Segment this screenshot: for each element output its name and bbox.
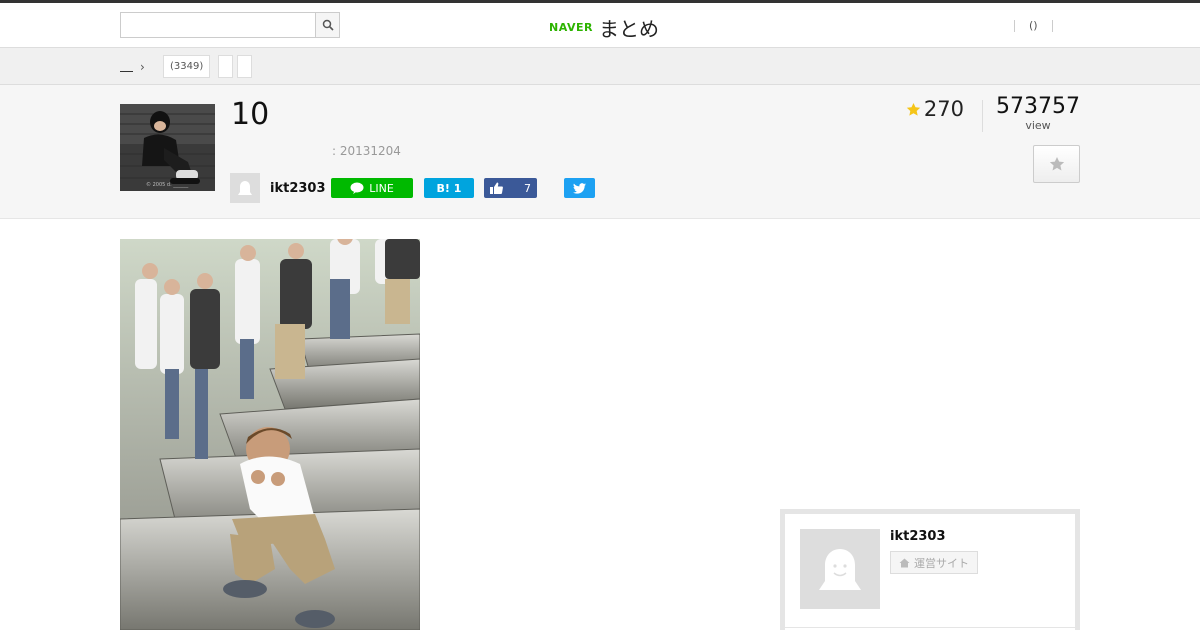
breadcrumb-home-link[interactable] [120,62,133,72]
search-button[interactable] [315,13,339,37]
avatar[interactable] [230,173,260,203]
author-name-link[interactable]: ikt2303 [270,181,331,196]
hatena-bookmark-button[interactable]: B! 1 [424,178,474,198]
home-icon [899,558,910,567]
favorite-count-value: 270 [923,97,965,121]
default-avatar-icon [819,549,861,590]
breadcrumb: › (3349) [0,48,1200,85]
author-card-body [800,529,880,609]
search-icon [322,19,334,31]
article-header: © 2005 d. ______ 10 : 20131204 ikt2303 L… [0,85,1200,219]
header-user-link[interactable]: () [1015,19,1052,32]
divider [1051,19,1053,32]
chevron-right-icon: › [140,60,145,74]
thumbs-up-icon [490,182,503,194]
line-share-label: LINE [369,181,394,195]
facebook-like-button[interactable]: 7 [484,178,537,198]
favorite-count: 270 [906,97,982,121]
main-content: ikt2303 運営サイト [0,219,1200,630]
logo-naver: NAVER [549,21,593,34]
breadcrumb-tag[interactable] [218,55,233,78]
article-date: : 20131204 [332,144,401,158]
search-box [120,12,340,38]
operated-site-label: 運営サイト [914,556,969,570]
star-outline-icon [1049,157,1064,171]
hatena-bookmark-label: B! 1 [436,181,462,195]
naver-matome-logo[interactable]: NAVER まとめ [549,13,659,42]
author-profile-card: ikt2303 運営サイト [780,509,1080,630]
svg-text:© 2005 d. ______: © 2005 d. ______ [146,181,189,188]
header-nav: () [1014,19,1053,32]
facebook-like-count: 7 [524,181,531,195]
view-count-label: view [1025,119,1051,133]
article-stats: 270 573757 view [906,94,1080,133]
article-main-image [120,239,420,630]
twitter-share-button[interactable] [564,178,595,198]
line-share-button[interactable]: LINE [331,178,413,198]
search-input[interactable] [121,13,315,37]
breadcrumb-tag[interactable] [237,55,252,78]
view-count: 573757 view [983,94,1080,133]
article-thumbnail: © 2005 d. ______ [120,104,215,191]
default-avatar-icon [238,181,252,195]
site-header: NAVER まとめ () [0,3,1200,48]
breadcrumb-tag[interactable]: (3349) [163,55,211,78]
author-card-name[interactable]: ikt2303 [890,529,946,544]
view-count-value: 573757 [996,94,1080,119]
page-title: 10 [231,97,270,132]
star-icon [906,102,921,116]
operated-site-button[interactable]: 運営サイト [890,551,978,574]
logo-matome: まとめ [598,17,659,41]
avatar[interactable] [800,529,880,609]
divider [785,627,1075,628]
twitter-bird-icon [573,182,586,194]
line-icon [350,182,364,194]
author-share-row: ikt2303 LINE B! 1 7 [230,173,595,203]
add-favorite-button[interactable] [1033,145,1080,183]
